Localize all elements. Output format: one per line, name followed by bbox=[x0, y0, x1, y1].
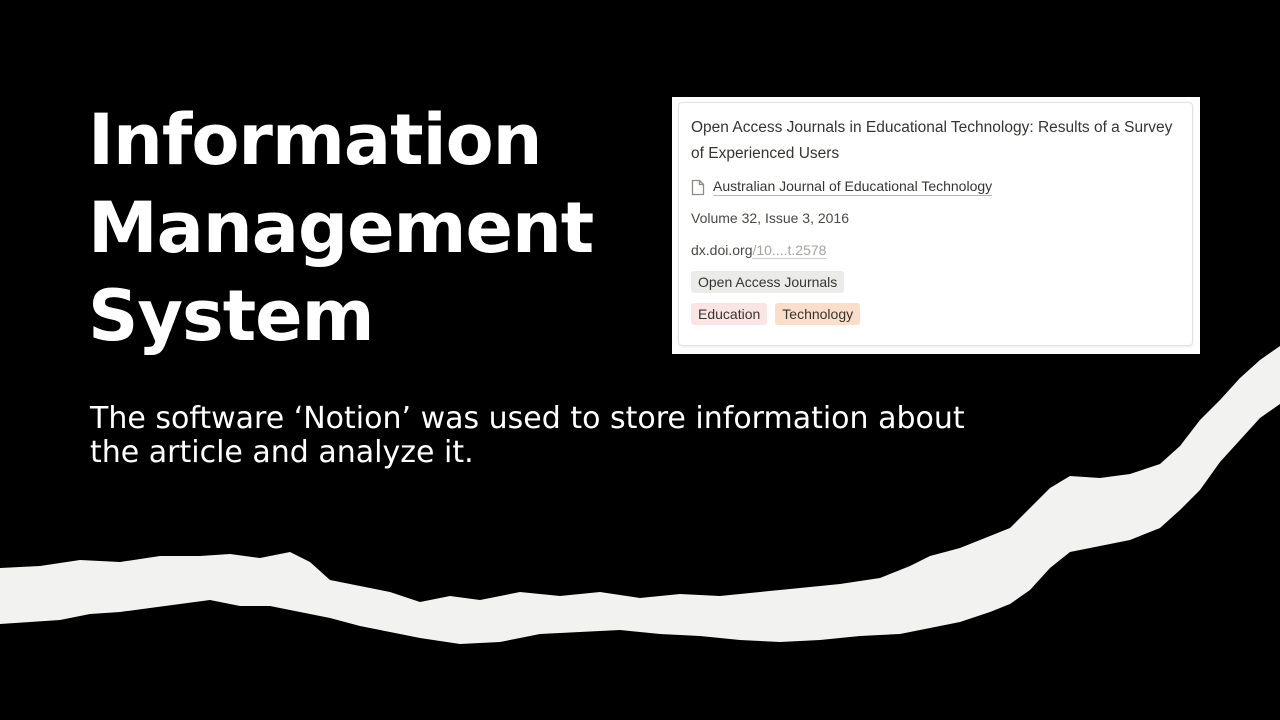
doi-host: dx.doi.org bbox=[691, 242, 753, 258]
notion-card-screenshot: Open Access Journals in Educational Tech… bbox=[672, 97, 1200, 354]
notion-database-card[interactable]: Open Access Journals in Educational Tech… bbox=[678, 102, 1193, 346]
doi-link[interactable]: dx.doi.org/10....t.2578 bbox=[691, 241, 1180, 259]
topic-tags: Education Technology bbox=[691, 303, 1180, 325]
volume-info: Volume 32, Issue 3, 2016 bbox=[691, 210, 849, 226]
title-line-3: System bbox=[88, 275, 375, 357]
category-tags: Open Access Journals bbox=[691, 271, 1180, 293]
card-title[interactable]: Open Access Journals in Educational Tech… bbox=[691, 115, 1181, 167]
title-line-1: Information bbox=[88, 99, 543, 181]
tag-open-access-journals[interactable]: Open Access Journals bbox=[691, 271, 845, 293]
page-icon bbox=[691, 179, 705, 196]
subtitle: The software ‘Notion’ was used to store … bbox=[90, 401, 965, 470]
journal-row[interactable]: Australian Journal of Educational Techno… bbox=[691, 176, 1180, 198]
page-title: Information Management System bbox=[88, 96, 594, 360]
tag-education[interactable]: Education bbox=[691, 303, 768, 325]
journal-link[interactable]: Australian Journal of Educational Techno… bbox=[713, 178, 993, 196]
doi-path: /10....t.2578 bbox=[752, 242, 827, 259]
tag-technology[interactable]: Technology bbox=[775, 303, 861, 325]
slide: Information Management System The softwa… bbox=[0, 0, 1280, 720]
title-line-2: Management bbox=[88, 187, 594, 269]
